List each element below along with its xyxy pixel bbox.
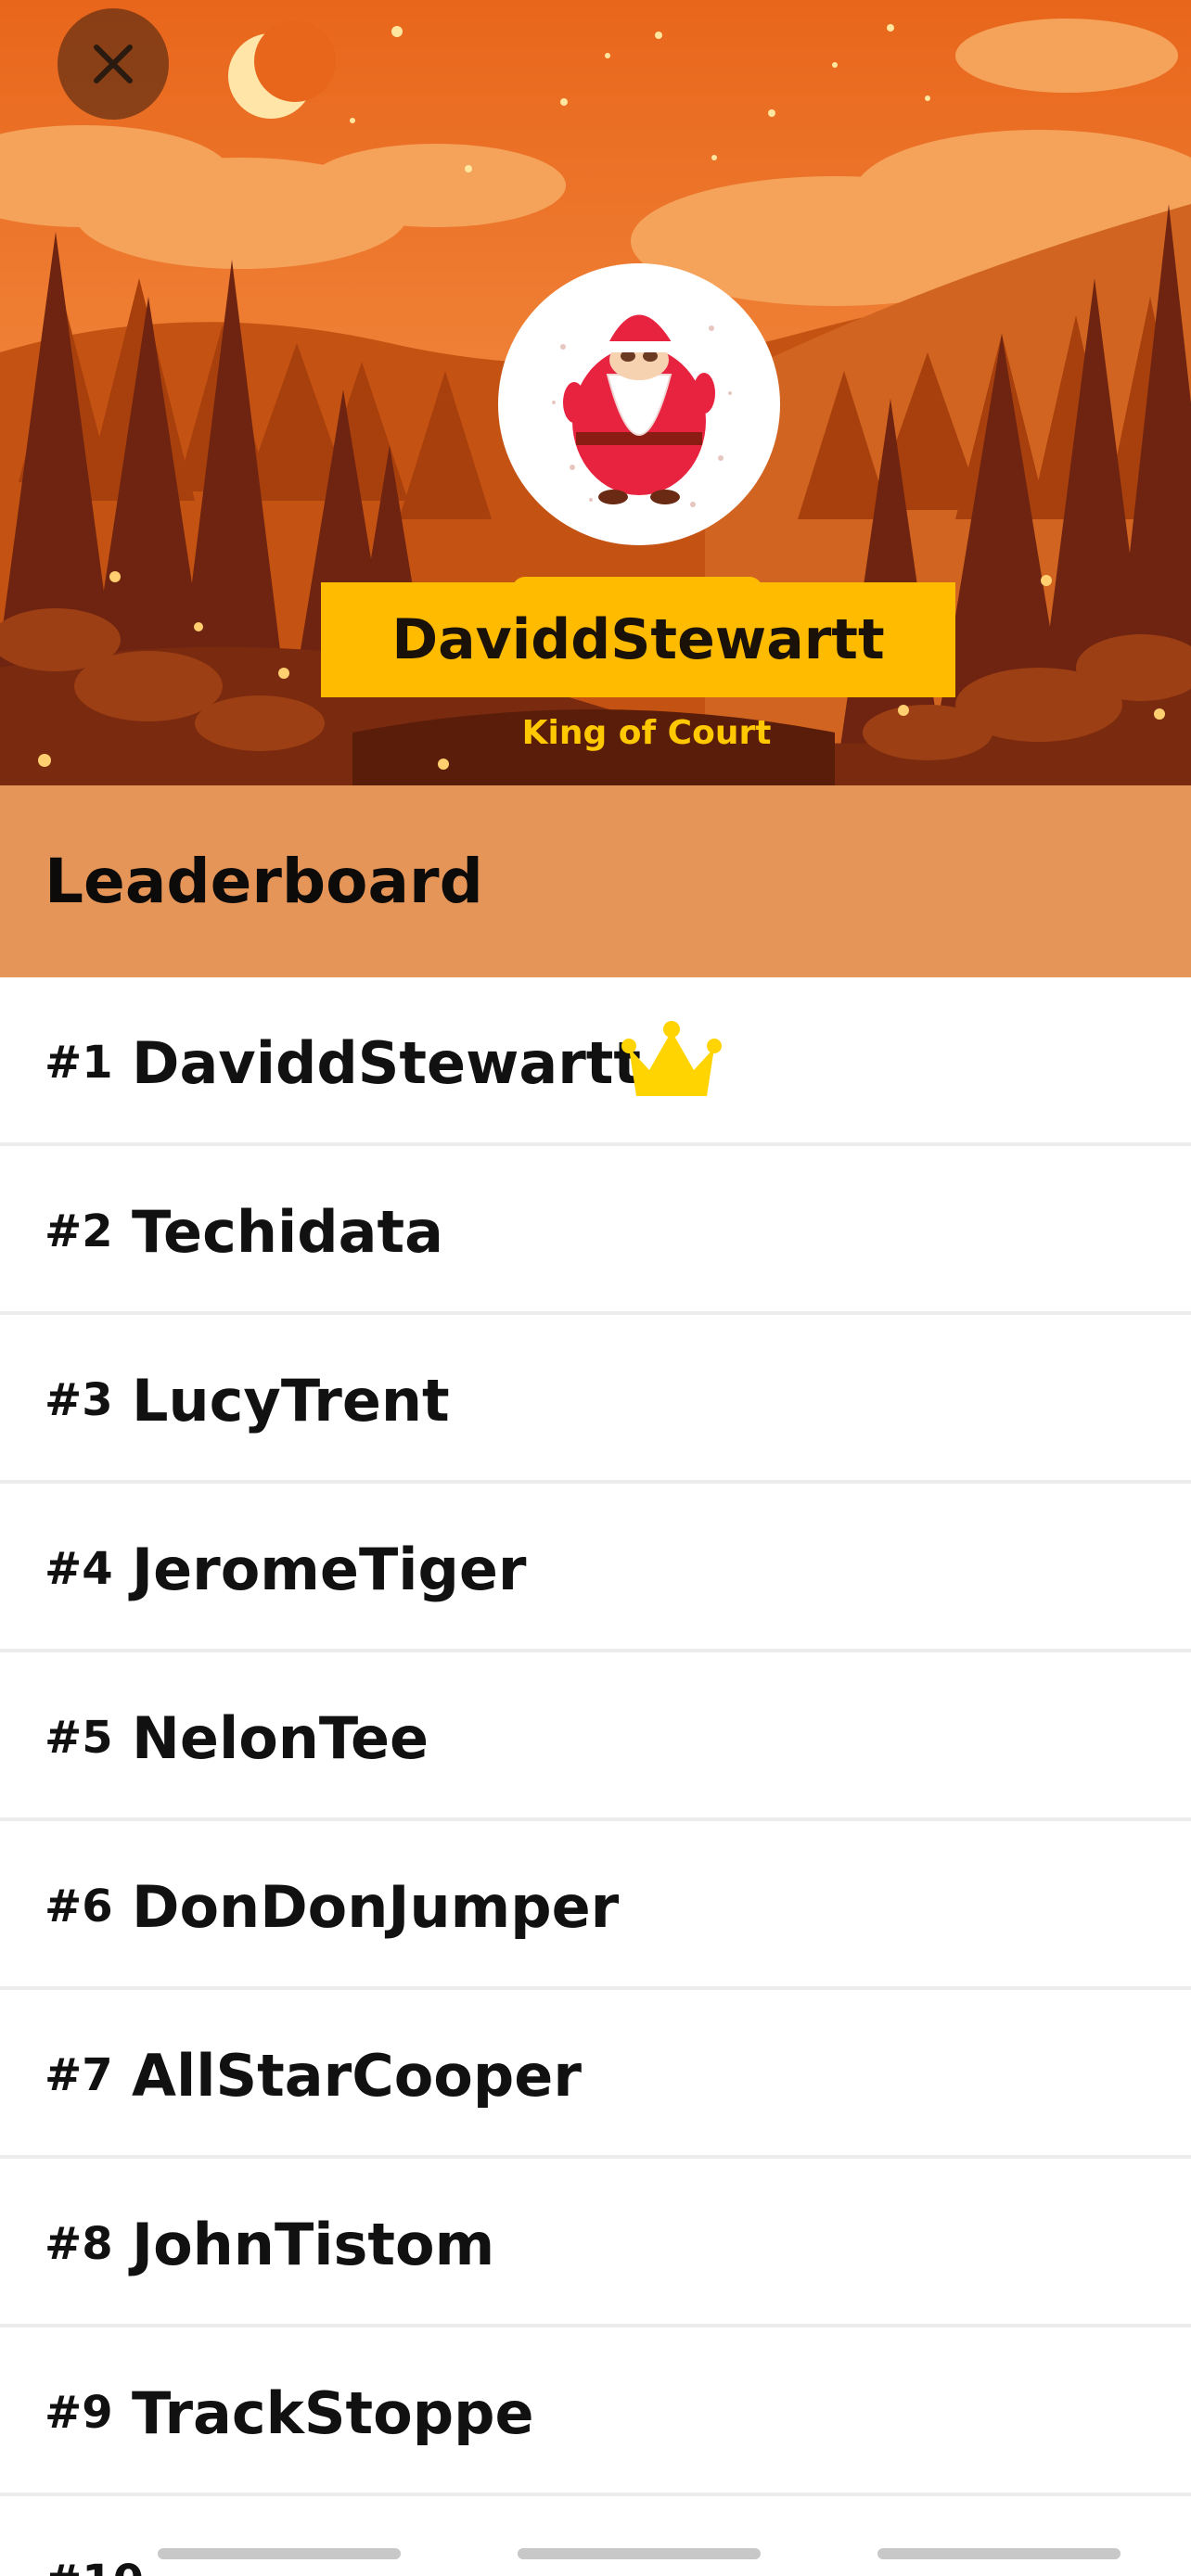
player-name: TrackStoppe: [132, 2379, 534, 2447]
leaderboard-row[interactable]: #2 Techidata: [0, 1146, 1191, 1315]
player-name: AllStarCooper: [132, 2042, 582, 2110]
plate-tab: [512, 577, 762, 590]
rank-label: #1: [45, 1037, 113, 1089]
player-name: JohnTistom: [132, 2211, 495, 2278]
rank-label: #6: [45, 1881, 113, 1932]
player-name: NelonTee: [132, 1704, 429, 1772]
leaderboard-row[interactable]: #1 DaviddStewartt: [0, 977, 1191, 1146]
leaderboard-row[interactable]: #8 JohnTistom: [0, 2159, 1191, 2327]
page-indicator-bar[interactable]: [158, 2548, 401, 2559]
avatar: [498, 263, 780, 545]
leaderboard-row[interactable]: #4 JeromeTiger: [0, 1484, 1191, 1652]
player-name: DonDonJumper: [132, 1873, 620, 1941]
leaderboard-title: Leaderboard: [45, 846, 483, 917]
rank-label: #7: [45, 2049, 113, 2101]
close-button[interactable]: [58, 8, 169, 120]
leaderboard-row[interactable]: #7 AllStarCooper: [0, 1990, 1191, 2159]
leaderboard-row[interactable]: #6 DonDonJumper: [0, 1821, 1191, 1990]
crown-icon: [621, 1021, 722, 1096]
rank-label: #8: [45, 2218, 113, 2270]
profile-title: King of Court: [521, 714, 772, 752]
profile-username: DaviddStewartt: [391, 607, 885, 672]
rank-label: #9: [45, 2387, 113, 2439]
rank-label: #10: [45, 2556, 144, 2576]
rank-label: #5: [45, 1712, 113, 1764]
leaderboard-row[interactable]: #5 NelonTee: [0, 1652, 1191, 1821]
player-name: DaviddStewartt: [132, 1029, 642, 1097]
close-icon: [94, 45, 133, 83]
profile-hero: DaviddStewartt King of Court: [0, 0, 1191, 785]
player-name: Techidata: [132, 1198, 443, 1266]
leaderboard-header: Leaderboard: [0, 785, 1191, 977]
rank-label: #4: [45, 1543, 113, 1595]
leaderboard-row[interactable]: #3 LucyTrent: [0, 1315, 1191, 1484]
rank-label: #3: [45, 1374, 113, 1426]
santa-avatar-icon: [552, 285, 732, 507]
rank-label: #2: [45, 1205, 113, 1257]
player-name: JeromeTiger: [132, 1536, 527, 1603]
player-name: LucyTrent: [132, 1367, 450, 1435]
page-indicator-bar[interactable]: [518, 2548, 761, 2559]
page-indicator-bar[interactable]: [877, 2548, 1121, 2559]
leaderboard-row[interactable]: #10: [0, 2496, 1191, 2576]
leaderboard-list[interactable]: #1 DaviddStewartt #2 Techidata #3 LucyTr…: [0, 977, 1191, 2576]
leaderboard-row[interactable]: #9 TrackStoppe: [0, 2327, 1191, 2496]
username-plate: DaviddStewartt: [321, 577, 955, 697]
